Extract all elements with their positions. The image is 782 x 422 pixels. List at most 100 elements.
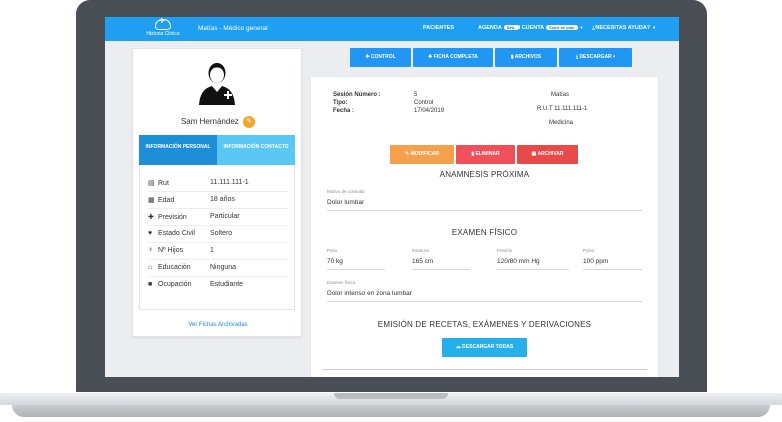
ficha-completa-button-label: FICHA COMPLETA xyxy=(433,54,478,60)
chevron-down-icon: ▼ xyxy=(652,25,657,30)
info-row-ocupacion: ■ Ocupación Estudiante xyxy=(148,277,288,294)
nav-pacientes-label: PACIENTES xyxy=(423,25,455,31)
nav-agenda-label: AGENDA xyxy=(478,25,502,31)
pulso-value: 100 ppm xyxy=(583,258,609,265)
pencil-icon[interactable]: ✎ xyxy=(243,116,256,128)
info-row-hijos: ☿ Nº Hijos 1 xyxy=(148,243,288,260)
nav-ayuda-label: ¿NECESITAS AYUDA? xyxy=(592,25,651,31)
calendar-icon: ▦ xyxy=(148,197,155,204)
upgrade-badge: Subir de plan xyxy=(546,25,578,31)
estatura-value: 165 cm xyxy=(412,258,434,265)
nav-ayuda[interactable]: ¿NECESITAS AYUDA? ▼ xyxy=(592,25,656,31)
examen-fisico-field[interactable]: Examen físico Dolor intenso en zona lumb… xyxy=(327,280,642,302)
info-label-rut-text: Rut xyxy=(158,180,169,187)
estatura-label: Estatura xyxy=(412,248,429,253)
info-label-ocupacion: ■ Ocupación xyxy=(148,281,210,288)
estatura-field[interactable]: Estatura 165 cm xyxy=(412,248,470,270)
institution-icon: ⌂ xyxy=(148,264,153,271)
heart-icon: ♥ xyxy=(148,230,153,237)
laptop-base-bottom xyxy=(12,405,770,417)
children-icon: ☿ xyxy=(148,247,154,254)
tab-personal-info[interactable]: INFORMACIÓN PERSONAL xyxy=(139,135,217,165)
info-label-hijos-text: Nº Hijos xyxy=(158,247,184,254)
info-label-ocupacion-text: Ocupación xyxy=(158,281,192,288)
modificar-button[interactable]: ✎ MODIFICAR xyxy=(390,145,454,164)
download-all-button[interactable]: ☁ DESCARGAR TODAS xyxy=(442,338,527,357)
info-label-prevision: ✚ Previsión xyxy=(148,213,210,221)
nav-mi-cuenta-label: MI CUENTA xyxy=(514,25,545,31)
session-date: 17/04/2019 xyxy=(414,108,445,114)
eliminar-button[interactable]: ▮ ELIMINAR xyxy=(456,145,515,164)
chevron-down-icon: ▼ xyxy=(579,25,584,30)
motivo-consulta-field[interactable]: Motivo de consulta Dolor lumbar xyxy=(327,189,642,211)
info-row-prevision: ✚ Previsión Particular xyxy=(148,209,288,226)
control-button-label: CONTROL xyxy=(370,54,396,60)
modificar-button-label: MODIFICAR xyxy=(410,151,439,157)
doctor-specialty: Medicina xyxy=(549,120,574,126)
info-label-rut: ▤ Rut xyxy=(148,179,210,187)
pulso-label: Pulso xyxy=(583,248,595,253)
logo-text: Historia Clinica xyxy=(146,31,180,37)
session-type: Control xyxy=(414,100,434,106)
info-label-educacion: ⌂ Educación xyxy=(148,264,210,271)
app-logo[interactable]: Historia Clinica xyxy=(143,17,183,40)
ficha-completa-button[interactable]: ✚ FICHA COMPLETA xyxy=(413,48,493,67)
peso-label: Peso xyxy=(327,248,338,253)
examen-fisico-label: Examen físico xyxy=(327,280,356,285)
emision-title: EMISIÓN DE RECETAS, EXÁMENES Y DERIVACIO… xyxy=(377,320,592,329)
archivos-button[interactable]: ▮ ARCHIVOS xyxy=(495,48,557,67)
laptop-notch xyxy=(334,393,448,399)
descargar-button[interactable]: ⤓ DESCARGAR ▾ xyxy=(559,48,632,67)
presion-field[interactable]: Presión 120/80 mm Hg xyxy=(497,248,569,270)
info-value-ocupacion: Estudiante xyxy=(210,281,244,288)
descargar-button-label: DESCARGAR xyxy=(579,54,612,60)
pulso-field[interactable]: Pulso 100 ppm xyxy=(583,248,642,270)
archived-records-link[interactable]: Ver Fichas Archivadas xyxy=(133,322,303,328)
info-label-edad-text: Edad xyxy=(158,197,175,204)
chevron-down-icon: ▾ xyxy=(611,54,616,60)
info-value-estado-civil: Soltero xyxy=(210,230,233,237)
info-row-educacion: ⌂ Educación Ninguna xyxy=(148,260,288,277)
motivo-consulta-label: Motivo de consulta xyxy=(327,189,365,194)
info-value-hijos: 1 xyxy=(210,247,214,254)
archivos-button-label: ARCHIVOS xyxy=(514,54,542,60)
patient-name: Sam Hernández xyxy=(180,117,239,127)
info-label-edad: ▦ Edad xyxy=(148,196,210,204)
peso-field[interactable]: Peso 70 kg xyxy=(327,248,385,270)
nav-mi-cuenta[interactable]: MI CUENTA Subir de plan ▼ xyxy=(514,25,583,31)
plus-icon: ✚ xyxy=(148,214,154,221)
info-tabs: INFORMACIÓN PERSONAL INFORMACIÓN CONTACT… xyxy=(139,135,295,165)
eliminar-button-label: ELIMINAR xyxy=(475,151,500,157)
id-card-icon: ▤ xyxy=(148,180,155,187)
nav-agenda[interactable]: AGENDA Beta xyxy=(478,25,519,31)
session-record-card: Sesión Número : 5 Tipo: Control Fecha : … xyxy=(311,77,658,377)
patient-name-row: Sam Hernández ✎ xyxy=(133,116,303,128)
doctor-name: Matías xyxy=(551,92,570,98)
info-label-educacion-text: Educación xyxy=(158,264,191,271)
info-label-estado-civil: ♥ Estado Civil xyxy=(148,230,210,237)
download-all-label: DESCARGAR TODAS xyxy=(462,344,514,350)
nav-pacientes[interactable]: PACIENTES xyxy=(423,25,454,31)
info-label-hijos: ☿ Nº Hijos xyxy=(148,247,210,254)
doctor-rut: R.U.T 11.111.111-1 xyxy=(537,106,588,112)
patient-avatar-icon xyxy=(199,63,235,105)
info-value-edad: 18 años xyxy=(210,196,235,203)
navbar: Historia Clinica Matías - Médico general… xyxy=(105,17,679,41)
briefcase-icon: ■ xyxy=(148,281,153,288)
archivar-button-label: ARCHIVAR xyxy=(537,151,564,157)
info-value-educacion: Ninguna xyxy=(210,264,237,271)
cloud-icon xyxy=(155,17,171,30)
tab-contact-info[interactable]: INFORMACIÓN CONTACTO xyxy=(217,135,295,165)
info-label-prevision-text: Previsión xyxy=(158,214,187,221)
presion-label: Presión xyxy=(497,248,513,253)
personal-info-list: ▤ Rut 11.111.111-1 ▦ Edad 18 años ✚ Previsi… xyxy=(139,165,295,310)
info-row-estado-civil: ♥ Estado Civil Soltero xyxy=(148,226,288,243)
peso-value: 70 kg xyxy=(327,258,343,265)
laptop-base xyxy=(0,393,782,422)
archivar-button[interactable]: ▣ ARCHIVAR xyxy=(517,145,578,164)
control-button[interactable]: ✚ CONTROL xyxy=(350,48,411,67)
session-number: 5 xyxy=(414,92,418,98)
info-label-estado-civil-text: Estado Civil xyxy=(158,230,195,237)
motivo-consulta-value: Dolor lumbar xyxy=(327,199,365,206)
info-value-rut: 11.111.111-1 xyxy=(210,179,249,186)
